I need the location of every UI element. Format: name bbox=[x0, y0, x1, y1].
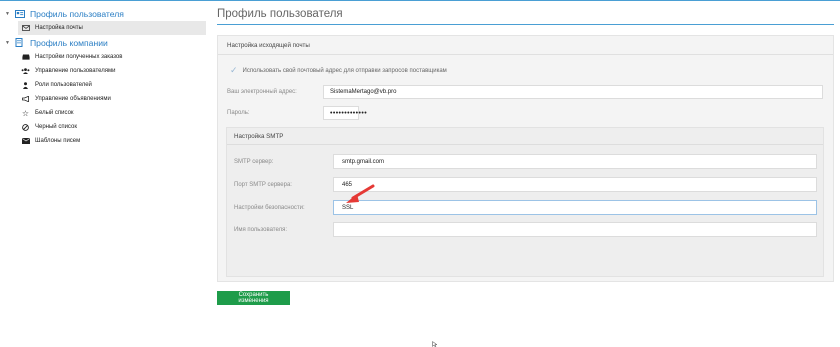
sidebar-item-label: Управление пользователями bbox=[35, 68, 116, 74]
smtp-username-label: Имя пользователя: bbox=[234, 226, 288, 233]
user-lock-icon bbox=[21, 81, 30, 89]
inbox-icon bbox=[21, 54, 30, 60]
page-title: Профиль пользователя bbox=[217, 8, 343, 20]
sidebar-group-label: Профиль компании bbox=[30, 37, 108, 48]
smtp-security-row: Настройки безопасности: SSL bbox=[234, 200, 817, 215]
annotation-arrow-icon bbox=[346, 184, 375, 203]
use-own-address-label: Использовать свой почтовый адрес для отп… bbox=[242, 67, 447, 74]
bullhorn-icon bbox=[21, 96, 30, 102]
smtp-port-label: Порт SMTP сервера: bbox=[234, 181, 292, 188]
smtp-server-label: SMTP сервер: bbox=[234, 158, 274, 165]
smtp-username-row: Имя пользователя: bbox=[234, 222, 817, 237]
sidebar-item-label: Черный список bbox=[35, 124, 77, 130]
user-card-icon bbox=[15, 9, 26, 18]
caret-down-icon[interactable]: ▼ bbox=[4, 11, 11, 17]
building-icon bbox=[15, 38, 26, 47]
sidebar-item-label: Настройка почты bbox=[35, 25, 83, 31]
password-field[interactable]: ••••••••••••• bbox=[323, 106, 367, 120]
use-own-address-checkbox[interactable]: ✓ Использовать свой почтовый адрес для о… bbox=[230, 65, 447, 76]
sidebar-item-label: Настройки полученных заказов bbox=[35, 54, 123, 60]
smtp-port-row: Порт SMTP сервера: 465 bbox=[234, 177, 817, 192]
smtp-server-row: SMTP сервер: smtp.gmail.com bbox=[234, 154, 817, 169]
sidebar-item-label: Шаблоны писем bbox=[35, 138, 81, 144]
sidebar-group-company-profile[interactable]: ▼ Профиль компании bbox=[0, 35, 205, 50]
ban-icon bbox=[21, 123, 30, 131]
sidebar-item-whitelist[interactable]: ☆ Белый список bbox=[0, 106, 205, 120]
mouse-cursor-icon bbox=[432, 341, 438, 347]
smtp-username-field[interactable] bbox=[333, 222, 817, 237]
sidebar-item-email-templates[interactable]: Шаблоны писем bbox=[0, 134, 205, 148]
smtp-server-field[interactable]: smtp.gmail.com bbox=[333, 154, 817, 169]
smtp-panel-title: Настройка SMTP bbox=[227, 128, 823, 145]
sidebar-item-label: Роли пользователей bbox=[35, 82, 92, 88]
save-button[interactable]: Сохранить изменения bbox=[217, 291, 290, 305]
sidebar-item-label: Управление объявлениями bbox=[35, 96, 111, 102]
sidebar-item-announcements[interactable]: Управление объявлениями bbox=[0, 92, 205, 106]
sidebar-group-user-profile[interactable]: ▼ Профиль пользователя bbox=[0, 6, 205, 21]
password-row: Пароль: ••••••••••••• bbox=[227, 106, 367, 120]
sidebar-item-user-roles[interactable]: Роли пользователей bbox=[0, 78, 205, 92]
sidebar-item-mail-settings[interactable]: Настройка почты bbox=[18, 21, 206, 35]
smtp-security-label: Настройки безопасности: bbox=[234, 204, 305, 211]
email-label: Ваш электронный адрес: bbox=[227, 89, 297, 95]
sidebar-group-label: Профиль пользователя bbox=[30, 8, 124, 19]
title-divider bbox=[217, 24, 834, 25]
email-field[interactable]: SistemaMertago@vb.pro bbox=[323, 85, 823, 99]
caret-down-icon[interactable]: ▼ bbox=[4, 40, 11, 46]
users-icon bbox=[21, 68, 30, 74]
smtp-security-field[interactable]: SSL bbox=[333, 200, 817, 215]
envelope-icon bbox=[21, 25, 30, 31]
email-row: Ваш электронный адрес: SistemaMertago@vb… bbox=[227, 85, 823, 99]
smtp-settings-panel: Настройка SMTP SMTP сервер: smtp.gmail.c… bbox=[226, 127, 824, 277]
password-label: Пароль: bbox=[227, 110, 250, 116]
smtp-port-field[interactable]: 465 bbox=[333, 177, 817, 192]
sidebar: ▼ Профиль пользователя Настройка почты ▼… bbox=[0, 6, 206, 148]
checkmark-icon[interactable]: ✓ bbox=[230, 65, 238, 76]
top-accent-line bbox=[0, 0, 840, 1]
sidebar-item-label: Белый список bbox=[35, 110, 74, 116]
sidebar-item-blacklist[interactable]: Черный список bbox=[0, 120, 205, 134]
envelope-filled-icon bbox=[21, 138, 30, 144]
star-icon: ☆ bbox=[21, 108, 30, 118]
sidebar-item-received-orders[interactable]: Настройки полученных заказов bbox=[0, 50, 205, 64]
panel-title: Настройка исходящей почты bbox=[218, 36, 833, 55]
sidebar-item-user-management[interactable]: Управление пользователями bbox=[0, 64, 205, 78]
outgoing-mail-panel: Настройка исходящей почты ✓ Использовать… bbox=[217, 35, 834, 282]
